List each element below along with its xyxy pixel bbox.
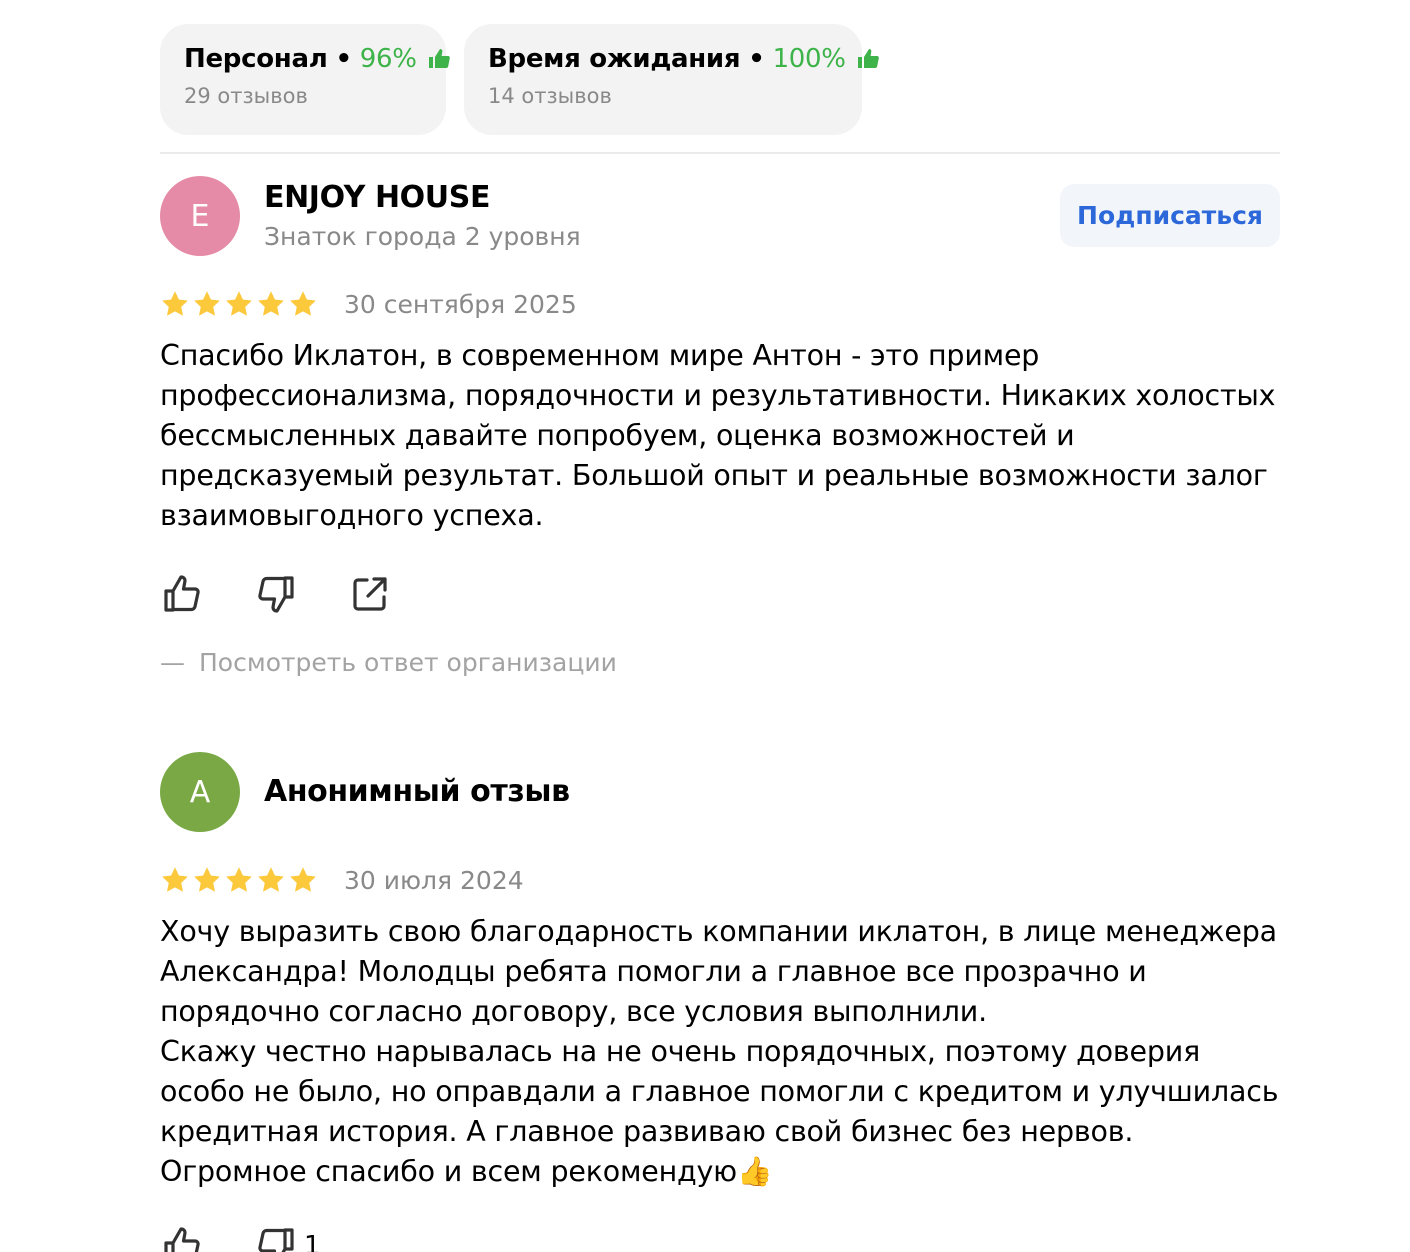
star-icon (226, 291, 252, 316)
dislike-button[interactable]: 1 (254, 1224, 321, 1252)
avatar: А (160, 752, 240, 832)
star-icon (194, 867, 220, 892)
aspect-name: Персонал (184, 44, 328, 74)
dislike-count: 1 (304, 1231, 321, 1252)
aspect-header: Время ожидания • 100% (488, 44, 879, 74)
org-answer-label: Посмотреть ответ организации (199, 648, 617, 677)
divider (160, 152, 1280, 154)
avatar-letter: А (189, 774, 211, 810)
thumb-up-green-icon (427, 47, 451, 71)
aspect-percent: 96% (359, 44, 417, 74)
star-icon (290, 867, 316, 892)
thumb-up-icon (164, 1227, 200, 1252)
aspect-chips: Персонал • 96% 29 отзывов Время ожидания… (160, 24, 879, 135)
avatar[interactable]: E (160, 176, 240, 256)
aspect-name: Время ожидания (488, 44, 741, 74)
rating-row: 30 сентября 2025 (160, 286, 577, 322)
author-level: Знаток города 2 уровня (264, 222, 581, 251)
review-actions (160, 572, 442, 616)
star-icon (194, 291, 220, 316)
aspect-percent: 100% (772, 44, 846, 74)
rating-row: 30 июля 2024 (160, 862, 524, 898)
view-org-answer-link[interactable]: — Посмотреть ответ организации (160, 648, 617, 677)
thumb-up-green-icon (856, 47, 880, 71)
thumb-down-icon (258, 1228, 294, 1252)
share-icon (353, 577, 387, 611)
star-icon (226, 867, 252, 892)
aspect-separator: • (748, 44, 765, 74)
review-text: Хочу выразить свою благодарность компани… (160, 915, 1279, 1188)
like-button[interactable] (160, 1224, 204, 1252)
review-date: 30 июля 2024 (344, 865, 524, 895)
author-name: Анонимный отзыв (264, 774, 570, 809)
star-rating (160, 865, 318, 895)
like-button[interactable] (160, 572, 204, 616)
star-icon (290, 291, 316, 316)
aspect-header: Персонал • 96% (184, 44, 450, 74)
org-answer-dash: — (160, 648, 185, 677)
subscribe-button[interactable]: Подписаться (1060, 184, 1280, 247)
aspect-review-count: 14 отзывов (488, 84, 612, 108)
reviews-page: Персонал • 96% 29 отзывов Время ожидания… (0, 0, 1410, 1252)
review-text: Спасибо Иклатон, в современном мире Анто… (160, 339, 1276, 532)
share-button[interactable] (348, 572, 392, 616)
author-name[interactable]: ENJOY HOUSE (264, 180, 490, 215)
review-actions: 1 (160, 1224, 371, 1252)
thumb-down-icon (258, 576, 294, 613)
thumb-up-icon (164, 575, 200, 612)
star-rating (160, 289, 318, 319)
star-icon (162, 291, 188, 316)
star-icon (258, 867, 284, 892)
aspect-review-count: 29 отзывов (184, 84, 308, 108)
aspect-separator: • (335, 44, 352, 74)
review-date: 30 сентября 2025 (344, 289, 577, 319)
star-icon (162, 867, 188, 892)
aspect-chip-waiting-time[interactable]: Время ожидания • 100% 14 отзывов (464, 24, 879, 135)
star-icon (258, 291, 284, 316)
dislike-button[interactable] (254, 572, 298, 616)
aspect-chip-staff[interactable]: Персонал • 96% 29 отзывов (160, 24, 450, 135)
avatar-letter: E (190, 198, 210, 234)
